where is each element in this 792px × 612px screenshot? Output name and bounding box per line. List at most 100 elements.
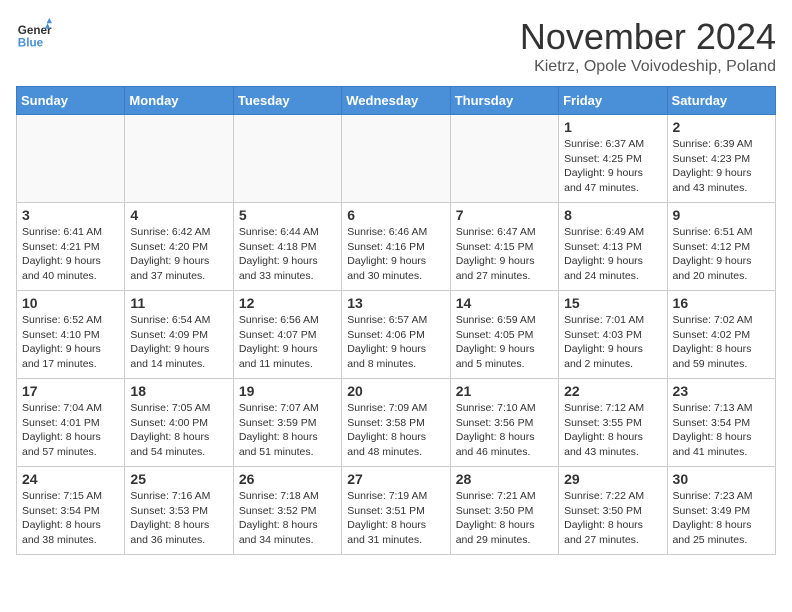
day-number: 29 [564, 471, 661, 487]
calendar-cell: 10 Sunrise: 6:52 AM Sunset: 4:10 PM Dayli… [17, 291, 125, 379]
calendar-cell: 4 Sunrise: 6:42 AM Sunset: 4:20 PM Daylig… [125, 203, 233, 291]
title-block: November 2024 Kietrz, Opole Voivodeship,… [520, 16, 776, 76]
calendar-cell: 26 Sunrise: 7:18 AM Sunset: 3:52 PM Dayli… [233, 467, 341, 555]
day-number: 22 [564, 383, 661, 399]
day-number: 20 [347, 383, 444, 399]
day-detail: Sunrise: 6:56 AM Sunset: 4:07 PM Dayligh… [239, 313, 336, 372]
day-detail: Sunrise: 7:19 AM Sunset: 3:51 PM Dayligh… [347, 489, 444, 548]
day-number: 15 [564, 295, 661, 311]
week-row-1: 3 Sunrise: 6:41 AM Sunset: 4:21 PM Daylig… [17, 203, 776, 291]
day-detail: Sunrise: 7:02 AM Sunset: 4:02 PM Dayligh… [673, 313, 770, 372]
week-row-2: 10 Sunrise: 6:52 AM Sunset: 4:10 PM Dayli… [17, 291, 776, 379]
month-title: November 2024 [520, 16, 776, 58]
location-title: Kietrz, Opole Voivodeship, Poland [520, 58, 776, 76]
day-number: 23 [673, 383, 770, 399]
day-number: 2 [673, 119, 770, 135]
logo: General Blue [16, 16, 52, 52]
logo-icon: General Blue [16, 16, 52, 52]
day-detail: Sunrise: 6:47 AM Sunset: 4:15 PM Dayligh… [456, 225, 553, 284]
calendar-cell: 15 Sunrise: 7:01 AM Sunset: 4:03 PM Dayli… [559, 291, 667, 379]
weekday-header-row: SundayMondayTuesdayWednesdayThursdayFrid… [17, 87, 776, 115]
weekday-header-sunday: Sunday [17, 87, 125, 115]
svg-text:Blue: Blue [18, 37, 44, 50]
calendar-cell: 1 Sunrise: 6:37 AM Sunset: 4:25 PM Daylig… [559, 115, 667, 203]
day-number: 19 [239, 383, 336, 399]
day-detail: Sunrise: 6:51 AM Sunset: 4:12 PM Dayligh… [673, 225, 770, 284]
day-number: 3 [22, 207, 119, 223]
calendar-cell [233, 115, 341, 203]
calendar-cell: 14 Sunrise: 6:59 AM Sunset: 4:05 PM Dayli… [450, 291, 558, 379]
day-detail: Sunrise: 7:18 AM Sunset: 3:52 PM Dayligh… [239, 489, 336, 548]
week-row-4: 24 Sunrise: 7:15 AM Sunset: 3:54 PM Dayli… [17, 467, 776, 555]
day-detail: Sunrise: 7:07 AM Sunset: 3:59 PM Dayligh… [239, 401, 336, 460]
day-detail: Sunrise: 7:01 AM Sunset: 4:03 PM Dayligh… [564, 313, 661, 372]
calendar-cell: 17Sunrise: 7:04 AM Sunset: 4:01 PM Dayli… [17, 379, 125, 467]
calendar-cell: 27 Sunrise: 7:19 AM Sunset: 3:51 PM Dayli… [342, 467, 450, 555]
calendar-cell: 6 Sunrise: 6:46 AM Sunset: 4:16 PM Daylig… [342, 203, 450, 291]
day-detail: Sunrise: 6:46 AM Sunset: 4:16 PM Dayligh… [347, 225, 444, 284]
day-detail: Sunrise: 7:22 AM Sunset: 3:50 PM Dayligh… [564, 489, 661, 548]
day-detail: Sunrise: 6:42 AM Sunset: 4:20 PM Dayligh… [130, 225, 227, 284]
day-detail: Sunrise: 7:10 AM Sunset: 3:56 PM Dayligh… [456, 401, 553, 460]
day-detail: Sunrise: 7:23 AM Sunset: 3:49 PM Dayligh… [673, 489, 770, 548]
calendar-cell [342, 115, 450, 203]
day-number: 25 [130, 471, 227, 487]
day-detail: Sunrise: 6:52 AM Sunset: 4:10 PM Dayligh… [22, 313, 119, 372]
calendar-cell: 16 Sunrise: 7:02 AM Sunset: 4:02 PM Dayli… [667, 291, 775, 379]
day-number: 1 [564, 119, 661, 135]
day-number: 4 [130, 207, 227, 223]
day-number: 30 [673, 471, 770, 487]
calendar-cell: 28 Sunrise: 7:21 AM Sunset: 3:50 PM Dayli… [450, 467, 558, 555]
calendar-cell: 7Sunrise: 6:47 AM Sunset: 4:15 PM Daylig… [450, 203, 558, 291]
day-detail: Sunrise: 6:39 AM Sunset: 4:23 PM Dayligh… [673, 137, 770, 196]
day-number: 13 [347, 295, 444, 311]
weekday-header-friday: Friday [559, 87, 667, 115]
day-number: 26 [239, 471, 336, 487]
calendar-cell: 25 Sunrise: 7:16 AM Sunset: 3:53 PM Dayli… [125, 467, 233, 555]
day-detail: Sunrise: 7:09 AM Sunset: 3:58 PM Dayligh… [347, 401, 444, 460]
day-number: 5 [239, 207, 336, 223]
day-number: 10 [22, 295, 119, 311]
day-number: 8 [564, 207, 661, 223]
calendar-table: SundayMondayTuesdayWednesdayThursdayFrid… [16, 86, 776, 555]
day-number: 28 [456, 471, 553, 487]
day-number: 14 [456, 295, 553, 311]
calendar-cell: 29 Sunrise: 7:22 AM Sunset: 3:50 PM Dayli… [559, 467, 667, 555]
day-detail: Sunrise: 7:13 AM Sunset: 3:54 PM Dayligh… [673, 401, 770, 460]
weekday-header-saturday: Saturday [667, 87, 775, 115]
day-detail: Sunrise: 6:44 AM Sunset: 4:18 PM Dayligh… [239, 225, 336, 284]
calendar-cell: 21 Sunrise: 7:10 AM Sunset: 3:56 PM Dayli… [450, 379, 558, 467]
day-number: 17 [22, 383, 119, 399]
day-detail: Sunrise: 6:37 AM Sunset: 4:25 PM Dayligh… [564, 137, 661, 196]
week-row-0: 1 Sunrise: 6:37 AM Sunset: 4:25 PM Daylig… [17, 115, 776, 203]
day-number: 16 [673, 295, 770, 311]
day-detail: Sunrise: 6:59 AM Sunset: 4:05 PM Dayligh… [456, 313, 553, 372]
week-row-3: 17Sunrise: 7:04 AM Sunset: 4:01 PM Dayli… [17, 379, 776, 467]
calendar-cell: 9 Sunrise: 6:51 AM Sunset: 4:12 PM Daylig… [667, 203, 775, 291]
calendar-cell: 30 Sunrise: 7:23 AM Sunset: 3:49 PM Dayli… [667, 467, 775, 555]
day-detail: Sunrise: 7:21 AM Sunset: 3:50 PM Dayligh… [456, 489, 553, 548]
day-detail: Sunrise: 6:54 AM Sunset: 4:09 PM Dayligh… [130, 313, 227, 372]
day-detail: Sunrise: 7:12 AM Sunset: 3:55 PM Dayligh… [564, 401, 661, 460]
calendar-cell: 22 Sunrise: 7:12 AM Sunset: 3:55 PM Dayli… [559, 379, 667, 467]
day-detail: Sunrise: 7:05 AM Sunset: 4:00 PM Dayligh… [130, 401, 227, 460]
calendar-cell [17, 115, 125, 203]
day-detail: Sunrise: 7:16 AM Sunset: 3:53 PM Dayligh… [130, 489, 227, 548]
day-number: 27 [347, 471, 444, 487]
calendar-cell: 3 Sunrise: 6:41 AM Sunset: 4:21 PM Daylig… [17, 203, 125, 291]
calendar-cell: 24 Sunrise: 7:15 AM Sunset: 3:54 PM Dayli… [17, 467, 125, 555]
weekday-header-wednesday: Wednesday [342, 87, 450, 115]
day-number: 21 [456, 383, 553, 399]
day-detail: Sunrise: 7:15 AM Sunset: 3:54 PM Dayligh… [22, 489, 119, 548]
day-number: 6 [347, 207, 444, 223]
weekday-header-tuesday: Tuesday [233, 87, 341, 115]
day-detail: Sunrise: 6:41 AM Sunset: 4:21 PM Dayligh… [22, 225, 119, 284]
calendar-cell: 12 Sunrise: 6:56 AM Sunset: 4:07 PM Dayli… [233, 291, 341, 379]
calendar-cell [125, 115, 233, 203]
calendar-cell: 8Sunrise: 6:49 AM Sunset: 4:13 PM Daylig… [559, 203, 667, 291]
day-number: 12 [239, 295, 336, 311]
day-detail: Sunrise: 6:57 AM Sunset: 4:06 PM Dayligh… [347, 313, 444, 372]
calendar-cell: 2 Sunrise: 6:39 AM Sunset: 4:23 PM Daylig… [667, 115, 775, 203]
day-number: 24 [22, 471, 119, 487]
day-number: 9 [673, 207, 770, 223]
